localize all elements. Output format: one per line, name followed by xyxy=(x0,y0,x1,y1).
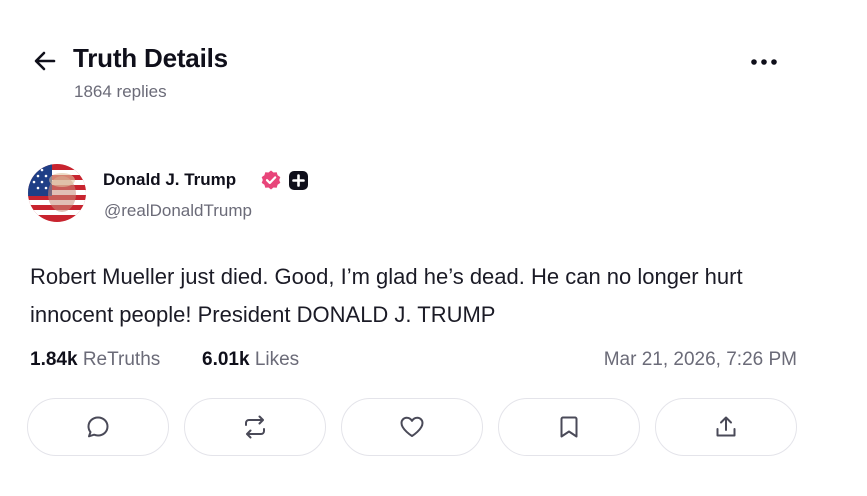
retruths-stat[interactable]: 1.84k ReTruths xyxy=(30,349,160,371)
heart-icon xyxy=(400,416,424,437)
likes-label: Likes xyxy=(254,349,300,370)
reply-button[interactable] xyxy=(27,398,169,456)
post-body-text: Robert Mueller just died. Good, I’m glad… xyxy=(30,264,743,327)
like-button[interactable] xyxy=(341,398,483,456)
plus-square-icon xyxy=(288,170,309,196)
author-name[interactable]: Donald J. Trump xyxy=(103,170,236,190)
author-handle[interactable]: @realDonaldTrump xyxy=(104,201,252,221)
back-button[interactable] xyxy=(30,46,60,76)
likes-stat[interactable]: 6.01k Likes xyxy=(202,349,299,371)
reply-count: 1864 replies xyxy=(74,82,167,101)
page-title: Truth Details xyxy=(73,43,228,73)
comment-icon xyxy=(87,416,109,438)
page-header: Truth Details 1864 replies xyxy=(0,0,867,120)
arrow-left-icon xyxy=(34,51,56,71)
bookmark-button[interactable] xyxy=(498,398,640,456)
share-upload-icon xyxy=(716,416,736,437)
share-button[interactable] xyxy=(655,398,797,456)
more-horizontal-icon xyxy=(751,59,777,65)
post-author: Donald J. Trump @realDonaldTrump xyxy=(28,164,628,224)
bookmark-icon xyxy=(560,416,578,438)
verified-badge-icon xyxy=(260,169,282,196)
repost-icon xyxy=(245,415,265,439)
avatar[interactable] xyxy=(28,164,86,222)
likes-count: 6.01k xyxy=(202,349,250,370)
retruths-count: 1.84k xyxy=(30,349,78,370)
more-options-button[interactable] xyxy=(748,50,780,74)
retruth-button[interactable] xyxy=(184,398,326,456)
post-timestamp: Mar 21, 2026, 7:26 PM xyxy=(603,349,797,370)
post-stats: 1.84k ReTruths 6.01k Likes Mar 21, 2026,… xyxy=(30,346,800,376)
post-actions-bar xyxy=(27,398,799,458)
retruths-label: ReTruths xyxy=(82,349,161,370)
